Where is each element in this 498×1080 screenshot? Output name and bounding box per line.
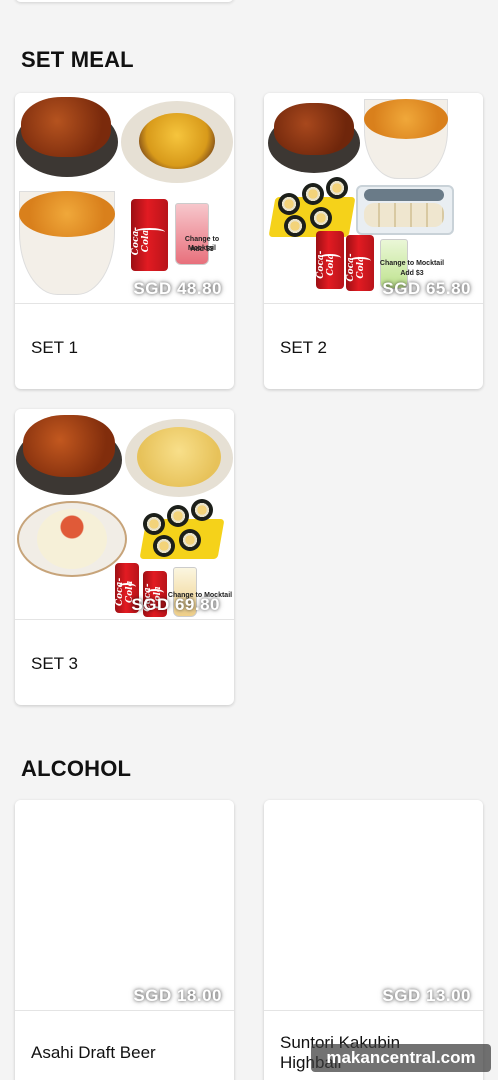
item-name: SET 2 [280,338,327,357]
dumpling-topping-illustration [364,189,444,201]
watermark: makancentral.com [311,1044,491,1072]
kimbap-piece [302,183,324,205]
corn-cheese-illustration [139,113,215,169]
kimbap-piece [143,513,165,535]
mocktail-note-line2: Add $3 [400,270,424,277]
fried-chicken-illustration [23,415,115,477]
soup-illustration [364,99,448,139]
kimbap-piece [179,529,201,551]
coca-cola-can: Coca-Cola [131,199,168,271]
kimbap-piece [326,177,348,199]
section-title-set-meal: SET MEAL [21,47,134,72]
menu-item-asahi-draft-beer[interactable]: SGD 18.00 Asahi Draft Beer [15,800,234,1080]
kimbap-piece [310,207,332,229]
kimbap-piece [284,215,306,237]
item-price: SGD 69.80 [131,595,220,614]
coca-cola-can: Coca-Cola [346,235,374,291]
item-price: SGD 65.80 [382,279,471,298]
item-name: SET 1 [31,338,78,357]
previous-item-card[interactable] [15,0,234,2]
coca-cola-can: Coca-Cola [316,231,344,289]
mocktail-glass [175,203,209,265]
item-price: SGD 13.00 [382,986,471,1005]
kimbap-piece [191,499,213,521]
kimbap-piece [153,535,175,557]
item-image-asahi: SGD 18.00 [15,800,234,1011]
soup-illustration [19,191,115,237]
item-image-set-2: Coca-Cola Coca-Cola Change to Mocktail A… [264,93,483,304]
tteok-illustration [37,509,107,569]
menu-item-set-3[interactable]: Coca-Cola Coca-Cola Change to Mocktail S… [15,409,234,705]
kimbap-piece [278,193,300,215]
item-image-kakubin: SGD 13.00 [264,800,483,1011]
can-brand-text: Coca-Cola [316,250,336,279]
can-brand-text: Coca-Cola [131,226,151,255]
dumplings-illustration [364,203,444,227]
menu-item-set-2[interactable]: Coca-Cola Coca-Cola Change to Mocktail A… [264,93,483,389]
item-name: SET 3 [31,654,78,673]
item-price: SGD 18.00 [133,986,222,1005]
kimbap-piece [167,505,189,527]
item-name: Asahi Draft Beer [31,1043,156,1062]
item-image-set-3: Coca-Cola Coca-Cola Change to Mocktail S… [15,409,234,620]
menu-item-set-1[interactable]: Coca-Cola Change to Mocktail Add $3 SGD … [15,93,234,389]
cheesy-pasta-illustration [137,427,221,487]
wings-illustration [274,103,354,155]
menu-page: SET MEAL Coca-Cola Change to Mocktail Ad… [0,0,498,1080]
mocktail-note-line2: Add $3 [190,246,214,253]
fried-chicken-illustration [21,97,111,157]
item-price: SGD 48.80 [133,279,222,298]
item-image-set-1: Coca-Cola Change to Mocktail Add $3 SGD … [15,93,234,304]
mocktail-note-line1: Change to Mocktail [379,260,445,267]
section-title-alcohol: ALCOHOL [21,756,132,781]
can-brand-text: Coca-Cola [346,253,366,282]
menu-item-suntori-kakubin-highball[interactable]: SGD 13.00 Suntori Kakubin Highball [264,800,483,1080]
